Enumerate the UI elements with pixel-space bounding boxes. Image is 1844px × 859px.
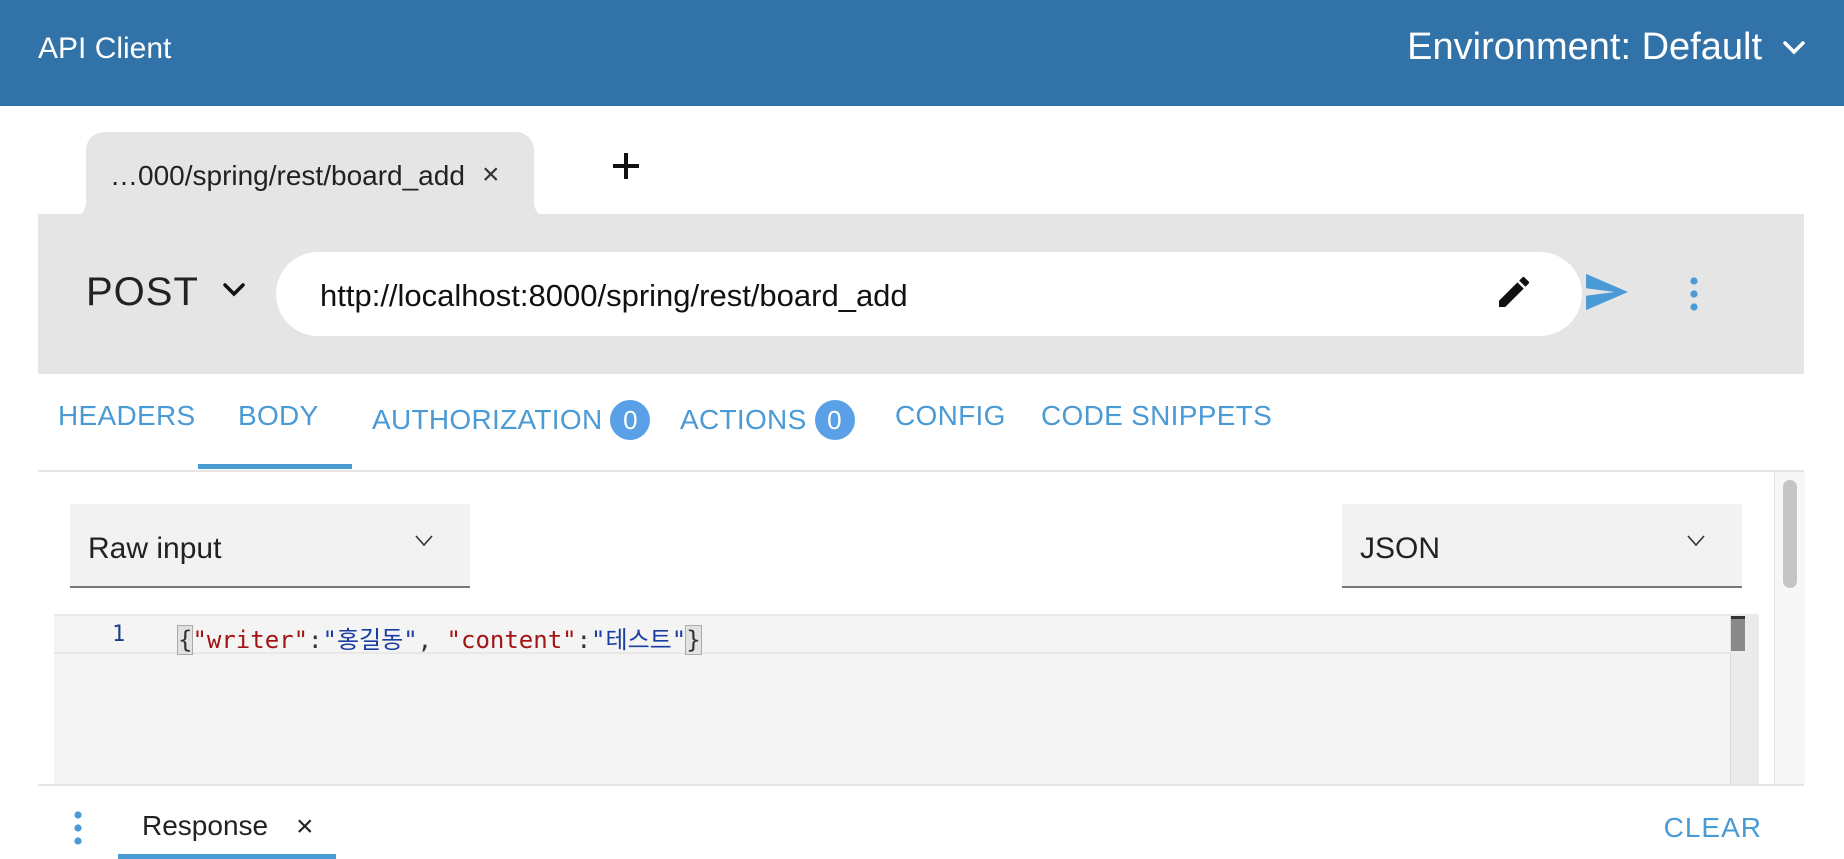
json-comma: , [417, 626, 447, 654]
json-string: "홍길동" [322, 626, 418, 654]
add-tab-button[interactable] [610, 150, 642, 187]
json-colon: : [308, 626, 323, 654]
code-editor[interactable]: 1 {"writer":"홍길동", "content":"테스트"} [54, 614, 1759, 784]
panel-scrollbar-thumb[interactable] [1783, 480, 1797, 588]
count-badge: 0 [610, 400, 651, 440]
request-tab[interactable]: …000/spring/rest/board_add × [86, 132, 534, 220]
editor-line[interactable]: 1 {"writer":"홍길동", "content":"테스트"} [54, 614, 1734, 655]
app-title: API Client [38, 32, 172, 65]
response-tab-label: Response [142, 810, 269, 841]
editor-scrollbar[interactable] [1730, 614, 1759, 784]
chevron-down-icon[interactable] [222, 282, 246, 303]
tab-label: CONFIG [895, 400, 1006, 431]
clear-button[interactable]: CLEAR [1664, 812, 1762, 844]
more-vertical-icon[interactable] [1688, 276, 1700, 317]
editor-scrollbar-thumb[interactable] [1731, 616, 1745, 651]
active-tab-indicator [198, 464, 352, 469]
code-brace: } [685, 625, 702, 655]
send-icon[interactable] [1584, 272, 1630, 317]
tab-config[interactable]: CONFIG [895, 400, 1006, 432]
input-mode-select[interactable]: Raw input [70, 504, 470, 588]
url-input[interactable]: http://localhost:8000/spring/rest/board_… [320, 278, 908, 314]
body-panel: Raw input JSON 1 {"writer":"홍길동", "conte… [38, 472, 1804, 784]
tab-label: CODE SNIPPETS [1041, 400, 1273, 431]
content-type-select[interactable]: JSON [1342, 504, 1742, 588]
request-bar: POST http://localhost:8000/spring/rest/b… [38, 214, 1804, 374]
code-text[interactable]: {"writer":"홍길동", "content":"테스트"} [176, 620, 702, 655]
line-number: 1 [112, 622, 126, 647]
tab-authorization[interactable]: AUTHORIZATION 0 [372, 400, 651, 440]
chevron-down-icon [1782, 40, 1806, 56]
json-colon: : [576, 626, 592, 654]
response-tab[interactable]: Response × [118, 806, 336, 859]
input-mode-value: Raw input [88, 532, 222, 565]
active-tab-indicator [118, 854, 336, 859]
environment-label: Environment: Default [1407, 26, 1762, 68]
code-brace: { [176, 625, 194, 655]
plus-icon [613, 153, 639, 179]
tab-actions[interactable]: ACTIONS 0 [680, 400, 855, 440]
json-string: "테스트" [591, 626, 687, 654]
more-vertical-icon[interactable] [72, 810, 84, 851]
json-key: "writer" [192, 626, 309, 654]
tab-label: BODY [238, 400, 319, 431]
tab-label: AUTHORIZATION [372, 404, 603, 435]
close-tab-icon[interactable]: × [482, 158, 500, 192]
request-tab-bar: …000/spring/rest/board_add × [0, 106, 1844, 220]
chevron-down-icon [414, 534, 434, 553]
tab-code-snippets[interactable]: CODE SNIPPETS [1041, 400, 1272, 432]
request-tab-label: …000/spring/rest/board_add [110, 160, 465, 191]
json-key: "content" [446, 626, 577, 654]
tab-body[interactable]: BODY [238, 400, 319, 432]
url-field[interactable]: http://localhost:8000/spring/rest/board_… [276, 252, 1582, 336]
tab-label: ACTIONS [680, 404, 807, 435]
response-bar: Response × CLEAR [38, 784, 1804, 859]
http-method-select[interactable]: POST [86, 270, 199, 315]
tab-headers[interactable]: HEADERS [58, 400, 195, 432]
content-type-value: JSON [1360, 532, 1441, 565]
count-badge: 0 [814, 400, 855, 440]
tab-label: HEADERS [58, 400, 196, 431]
environment-selector[interactable]: Environment: Default [1407, 26, 1806, 69]
top-bar: API Client Environment: Default [0, 0, 1844, 106]
panel-scrollbar[interactable] [1774, 472, 1805, 784]
chevron-down-icon [1686, 534, 1706, 553]
pencil-icon[interactable] [1494, 272, 1534, 317]
close-icon[interactable]: × [296, 810, 314, 844]
section-tabs: HEADERS BODY AUTHORIZATION 0 ACTIONS 0 C… [38, 374, 1804, 472]
